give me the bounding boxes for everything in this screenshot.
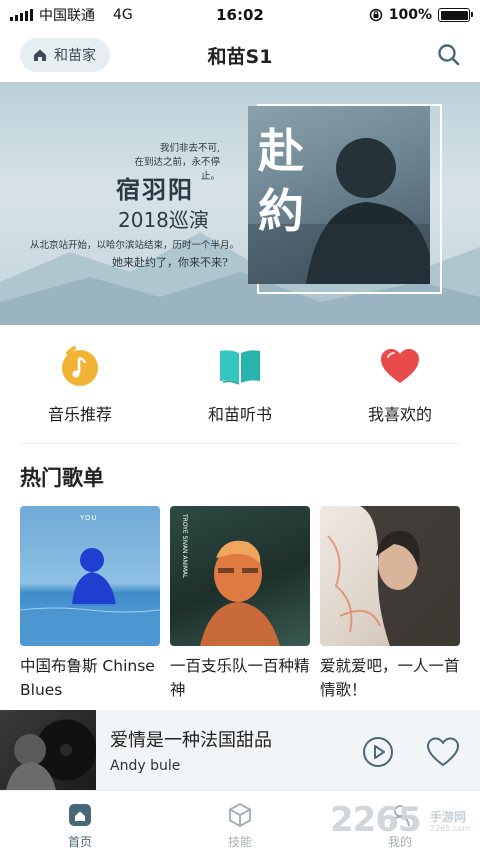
status-right: 100% [369,7,473,23]
banner-tour: 2018巡演 [118,208,209,232]
heart-outline-icon[interactable] [426,736,460,768]
home-group-label: 和苗家 [54,48,96,64]
playlist-cover [320,506,460,646]
cover-art [20,548,160,646]
banner-line: 我们非去不可, [159,143,220,154]
search-icon[interactable] [436,42,462,68]
playlist-cover: TROYE SIVAN ANIMAL [170,506,310,646]
tab-skills[interactable]: 技能 [160,791,320,854]
quick-entries: 音乐推荐 和苗听书 我喜欢的 [0,337,480,427]
cover-art [200,540,280,646]
mini-player[interactable]: 爱情是一种法国甜品 Andy bule [0,710,480,790]
playlist-name: 一百支乐队一百种精神 [170,657,310,699]
playlist-name: 爱就爱吧，一人一首情歌！ [320,657,460,699]
tab-label: 技能 [227,835,252,849]
tab-home[interactable]: 首页 [0,791,160,854]
watermark-number: 2265 [330,800,422,840]
photo-char: 約 [258,184,304,238]
carrier-name: 中国联通 [39,8,95,24]
cover-text: YOU [80,514,98,522]
playlist-card[interactable]: YOU 中国布鲁斯 Chinse Blues [20,506,160,706]
artist-photo: 赴 約 [248,106,430,284]
cover-art [327,506,460,646]
home-group-button[interactable]: 和苗家 [20,38,110,72]
rotation-lock-icon [369,8,382,22]
signal-icon [10,9,33,21]
now-playing-artist: Andy bule [110,758,181,774]
banner-subline: 从北京站开始，以哈尔滨站结束，历时一个半月。 [30,240,240,251]
site-watermark: 2265 手游网 2265.com [330,800,480,850]
playlist-name: 中国布鲁斯 Chinse Blues [20,657,155,699]
quick-entry-label: 我喜欢的 [367,405,432,424]
network-type: 4G [113,7,133,23]
promo-banner[interactable]: 我们非去不可, 在到达之前，永不停止。 宿羽阳 2018巡演 从北京站开始，以哈… [0,82,480,325]
section-divider [20,443,460,444]
quick-entry-music-recommend[interactable]: 音乐推荐 [0,337,160,427]
playlist-row: YOU 中国布鲁斯 Chinse Blues TROYE SIVAN ANIMA… [20,506,460,706]
cover-art [6,734,72,790]
house-icon [34,49,46,61]
open-book-icon [217,343,263,389]
tab-label: 首页 [67,835,92,849]
quick-entry-label: 音乐推荐 [47,405,112,424]
now-playing-cover [0,710,96,790]
status-bar: 中国联通 4G 16:02 100% [0,0,480,30]
watermark-brand: 手游网 [430,810,467,824]
cover-text: TROYE SIVAN ANIMAL [181,514,188,579]
quick-entry-favorites[interactable]: 我喜欢的 [320,337,480,427]
banner-quote: 她来赴约了，你来不来? [112,256,228,269]
quick-entry-audiobook[interactable]: 和苗听书 [160,337,320,427]
playlist-card[interactable]: TROYE SIVAN ANIMAL 一百支乐队一百种精神 [170,506,310,706]
quick-entry-label: 和苗听书 [207,405,272,424]
now-playing-title: 爱情是一种法国甜品 [110,730,272,751]
battery-percent: 100% [388,7,432,23]
banner-artist: 宿羽阳 [116,175,194,204]
app-header: 和苗家 和苗S1 [0,30,480,80]
play-circle-icon[interactable] [362,736,394,768]
playlist-cover: YOU [20,506,160,646]
heart-icon [377,343,423,389]
photo-char: 赴 [258,124,304,178]
battery-icon [438,8,473,22]
home-icon [69,804,91,826]
cube-icon [229,803,251,827]
playlist-card[interactable]: 爱就爱吧，一人一首情歌！ [320,506,460,706]
watermark-url: 2265.com [430,824,470,833]
music-clock-icon [57,343,103,389]
section-title-hot-playlists: 热门歌单 [20,466,104,490]
